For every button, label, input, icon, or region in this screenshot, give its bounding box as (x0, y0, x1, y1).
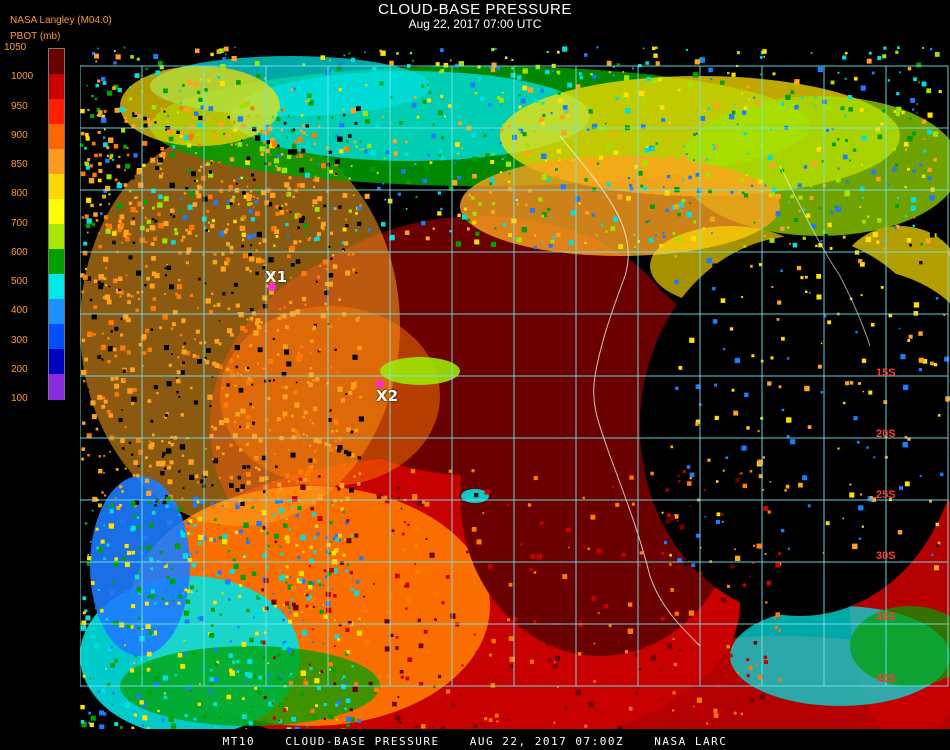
footer-datetime: AUG 22, 2017 07:00Z (469, 735, 625, 748)
legend-swatch (49, 324, 64, 350)
legend-swatch (49, 149, 64, 175)
map-title: CLOUD-BASE PRESSURE (378, 1, 572, 18)
legend-tick-label: 800 (11, 188, 28, 200)
latitude-label: 15S (876, 367, 896, 379)
legend-tick-label: 1050 (4, 42, 27, 53)
latitude-label: 40S (876, 673, 896, 685)
satellite-map: X1 X2 15S 20S 25S 30S 35S 40S (80, 46, 950, 729)
latitude-label: 30S (876, 550, 896, 562)
legend-swatch (49, 299, 64, 325)
legend-tick-label: 200 (11, 363, 28, 375)
legend-tick-label: 700 (11, 217, 28, 229)
legend-swatch (49, 124, 64, 150)
legend-swatch (49, 49, 64, 75)
mid-cloud-band (120, 66, 280, 146)
footer-bar: MT10 CLOUD-BASE PRESSURE AUG 22, 2017 07… (0, 734, 950, 750)
legend-swatch (49, 349, 64, 375)
marker-label-x1: X1 (265, 268, 288, 286)
legend-swatch (49, 174, 64, 200)
marker-label-x2: X2 (376, 387, 399, 405)
latitude-label: 25S (876, 489, 896, 501)
legend-tick-label: 300 (11, 334, 28, 346)
legend-swatch (49, 74, 64, 100)
legend-tick-label: 600 (11, 246, 28, 258)
footer-source: NASA LARC (654, 735, 728, 748)
map-canvas (80, 46, 950, 729)
legend-tick-label: 850 (11, 159, 28, 170)
legend-colorbar (48, 48, 65, 400)
legend-swatch (49, 374, 64, 400)
producer-label: NASA Langley (M04.0) (10, 15, 112, 26)
legend-swatch (49, 224, 64, 250)
legend-tick-label: 950 (11, 100, 28, 112)
legend-swatch (49, 274, 64, 300)
legend-tick-label: 1000 (11, 71, 34, 83)
legend-tick-label: 900 (11, 129, 28, 141)
legend-swatch (49, 99, 64, 125)
legend-swatch (49, 249, 64, 275)
legend-swatch (49, 199, 64, 225)
latitude-label: 20S (876, 428, 896, 440)
cloud-feature (380, 357, 460, 385)
legend-tick-label: 400 (11, 305, 28, 317)
legend-tick-label: 100 (11, 393, 28, 404)
footer-product: CLOUD-BASE PRESSURE (285, 735, 440, 748)
broken-cloud-region (220, 306, 440, 486)
latitude-label: 35S (876, 611, 896, 623)
map-subtitle: Aug 22, 2017 07:00 UTC (408, 17, 542, 31)
footer-satellite: MT10 (222, 735, 256, 748)
legend-tick-label: 500 (11, 276, 28, 287)
